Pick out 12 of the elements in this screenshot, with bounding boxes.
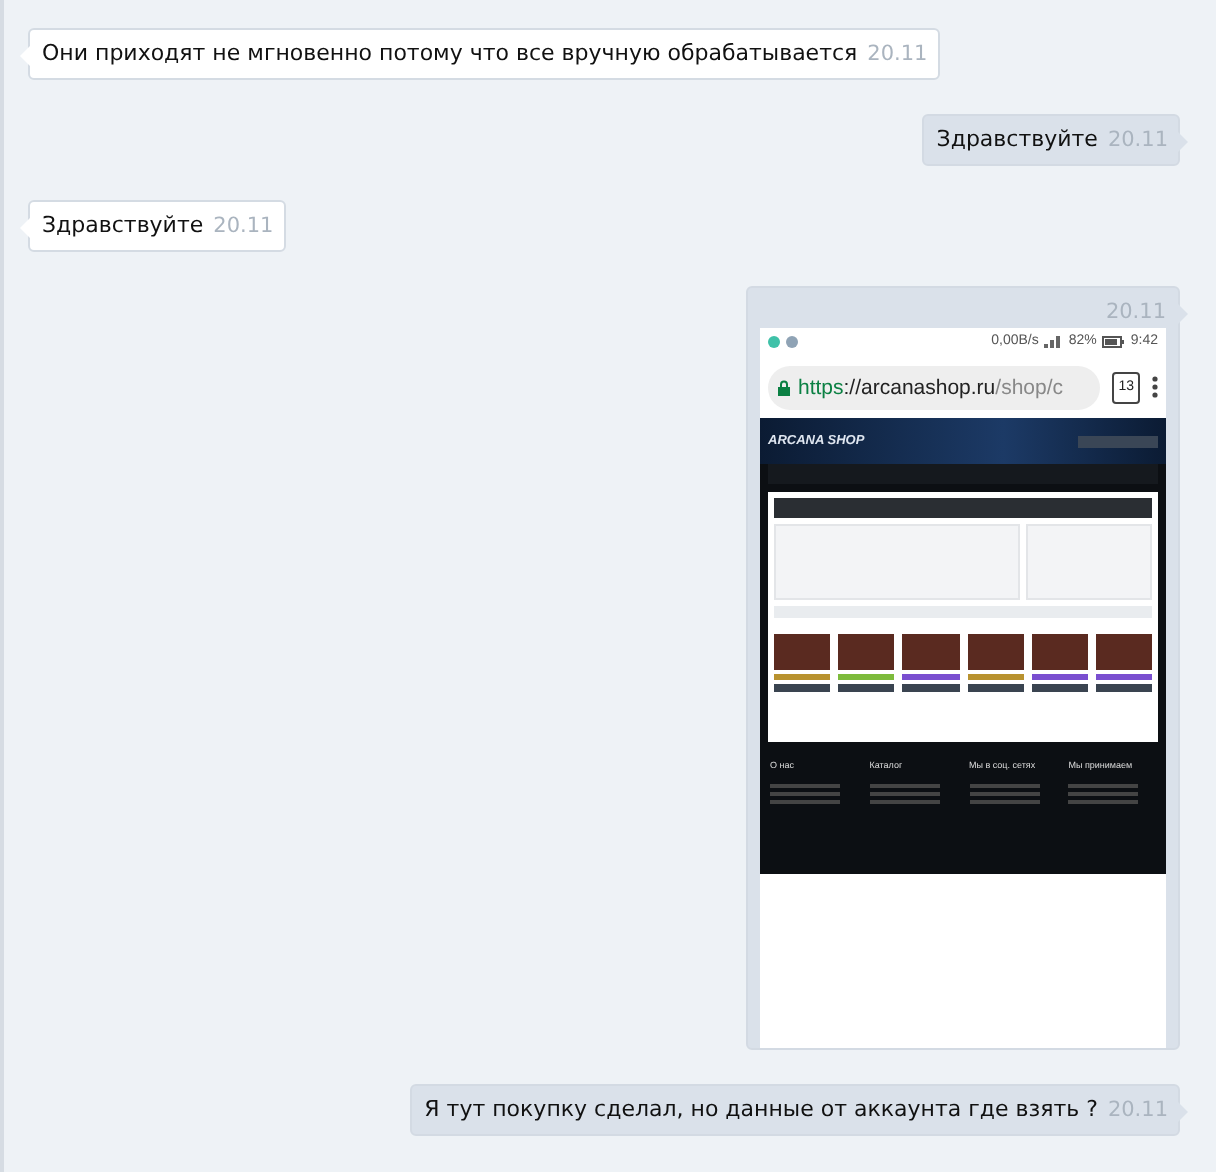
url-text: https://arcanashop.ru/shop/c (798, 373, 1064, 401)
message-time: 20.11 (867, 42, 928, 66)
address-bar[interactable]: https://arcanashop.ru/shop/c (768, 365, 1101, 409)
message-text: Они приходят не мгновенно потому что все вручную обрабатывается (42, 40, 858, 66)
message-time: 20.11 (213, 214, 274, 238)
message-text: Здравствуйте (936, 126, 1098, 152)
message-text: Я тут покупку сделал, но данные от аккаунта где взять ? (424, 1096, 1098, 1122)
menu-icon[interactable] (1152, 376, 1158, 398)
signal-icon (1044, 336, 1063, 348)
message-text: Здравствуйте (42, 212, 204, 238)
lock-icon (778, 379, 790, 395)
battery-icon (1102, 336, 1125, 348)
